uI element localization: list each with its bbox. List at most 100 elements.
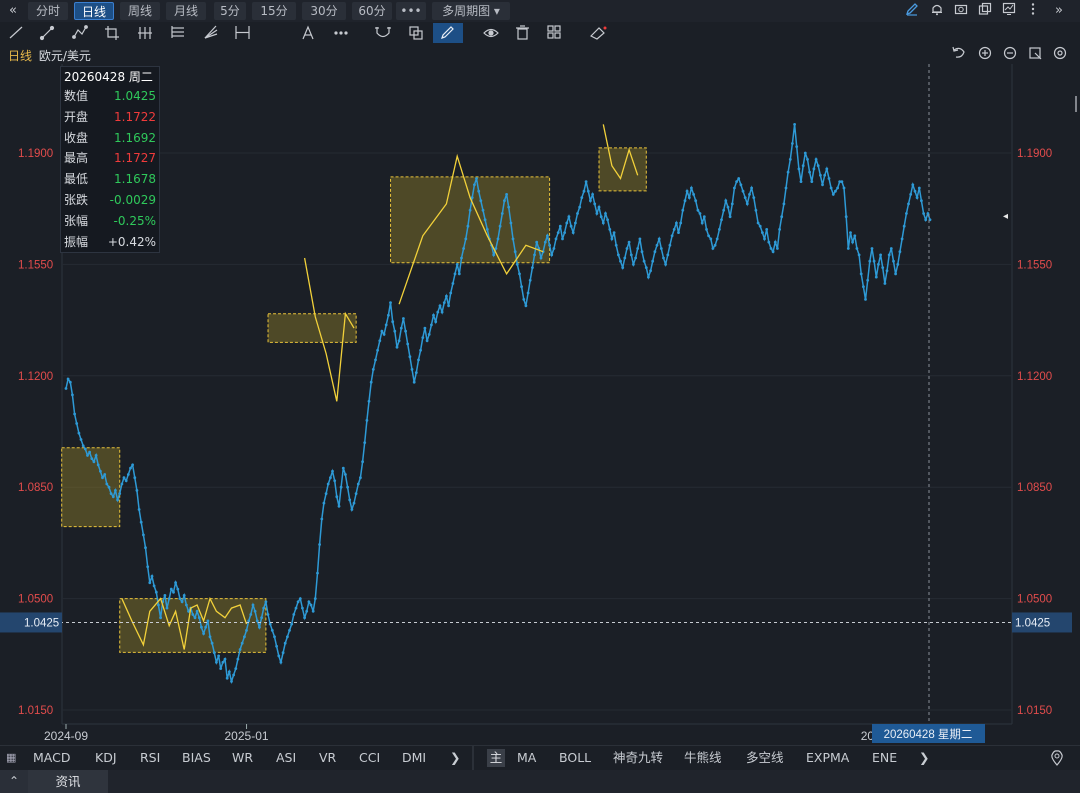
price-point [634,256,637,260]
price-point [215,660,218,664]
price-point [797,167,801,171]
more-vertical-icon[interactable] [1027,2,1039,22]
collapse-left-icon[interactable]: « [6,2,20,20]
indicator-next-icon[interactable]: ❯ [450,749,460,767]
location-icon[interactable] [1050,750,1064,769]
collapse-up-icon[interactable]: ⌃ [0,770,28,793]
period-tab-7[interactable]: 60分 [352,2,392,20]
main-indicator-tab-3[interactable]: 牛熊线 [684,749,722,767]
price-point [73,412,76,416]
crop-tool-icon[interactable] [105,26,119,40]
rectangle-annotation[interactable] [61,447,121,528]
undo-icon[interactable] [952,46,965,58]
zoom-in-icon[interactable] [978,46,992,60]
pen-icon[interactable] [433,23,463,43]
info-value: -0.25% [113,213,156,228]
parallel-tool-icon[interactable] [138,27,152,39]
pen-edit-icon[interactable] [904,2,920,22]
price-point [655,243,659,247]
main-indicator-tab-2[interactable]: 神奇九转 [613,749,663,767]
price-point [483,218,487,222]
price-point [786,170,790,174]
price-point [571,231,575,235]
price-point [174,581,178,585]
indicator-tab-dmi[interactable]: DMI [402,749,426,767]
polyline-tool-icon[interactable] [72,25,88,39]
trash-icon[interactable] [516,25,529,40]
price-point [853,234,857,238]
magnet-icon[interactable] [375,27,391,38]
period-tab-1[interactable]: 日线 [74,2,114,20]
main-indicator-tab-1[interactable]: BOLL [559,749,591,767]
price-point [687,196,691,200]
indicator-tab-wr[interactable]: WR [232,749,253,767]
price-point [232,673,236,677]
price-point [756,221,760,225]
price-point [350,508,354,511]
period-tab-4[interactable]: 5分 [214,2,246,20]
price-point [195,609,199,613]
price-point [791,142,794,145]
period-tab-5[interactable]: 15分 [252,2,296,20]
price-point [574,221,577,225]
restore-icon[interactable] [1029,47,1042,60]
eraser-icon[interactable] [589,26,607,40]
main-indicator-next-icon[interactable]: ❯ [919,749,929,767]
price-point [735,180,738,184]
camera-icon[interactable] [953,2,969,22]
layers-icon[interactable] [547,25,561,39]
main-indicator-tab-5[interactable]: EXPMA [806,749,849,767]
indicator-menu-icon[interactable]: ▦ [6,749,16,767]
price-point [778,228,781,231]
indicator-tab-cci[interactable]: CCI [359,749,380,767]
price-point [152,584,156,588]
price-point [752,196,756,200]
bell-icon[interactable] [929,2,945,22]
zoom-out-icon[interactable] [1003,46,1017,60]
news-tab[interactable]: 资讯 [28,770,108,793]
fan-tool-icon[interactable] [204,25,218,39]
collapse-right-icon[interactable]: » [1052,2,1066,20]
main-indicator-tab-0[interactable]: MA [517,749,536,767]
measure-tool-icon[interactable] [235,26,250,39]
rectangle-annotation[interactable] [390,176,551,264]
multi-period-dropdown[interactable]: 多周期图 ▾ [432,2,510,20]
price-point [389,301,392,304]
price-point [599,215,603,219]
main-indicator-tab-4[interactable]: 多空线 [746,749,784,767]
indicator-tab-kdj[interactable]: KDJ [95,749,117,767]
x-tick-label: 2025-01 [225,729,269,743]
channel-tool-icon[interactable] [171,26,184,38]
price-point [122,476,126,480]
price-chart[interactable]: 1.0150 1.0500 1.0850 1.1200 1.1550 1.1900 1.0… [0,44,1080,744]
main-chart-toggle[interactable]: 主 [487,749,505,767]
more-tools-icon[interactable] [334,31,348,35]
settings-icon[interactable] [1053,46,1067,60]
indicator-tab-vr[interactable]: VR [319,749,336,767]
price-point [116,498,119,502]
screen-chart-icon[interactable] [1001,2,1017,22]
price-point [298,597,302,600]
price-point [101,476,104,480]
window-copy-icon[interactable] [977,2,993,22]
price-point [690,186,693,190]
info-label: 振幅 [64,234,89,249]
indicator-tab-bias[interactable]: BIAS [182,749,211,767]
indicator-tab-macd[interactable]: MACD [33,749,70,767]
indicator-tab-asi[interactable]: ASI [276,749,296,767]
more-periods-button[interactable]: ••• [396,2,426,20]
indicator-tab-rsi[interactable]: RSI [140,749,160,767]
info-row: 收盘 1.1692 [64,128,156,148]
text-tool-icon[interactable] [302,25,314,40]
line-tool-icon[interactable] [9,26,23,39]
period-tab-0[interactable]: 分时 [28,2,68,20]
ray-tool-icon[interactable] [39,25,55,41]
price-point [159,616,163,620]
price-point [440,310,444,314]
eye-icon[interactable] [483,28,499,38]
period-tab-6[interactable]: 30分 [302,2,346,20]
period-tab-2[interactable]: 周线 [120,2,160,20]
copy-icon[interactable] [409,26,423,40]
period-tab-3[interactable]: 月线 [166,2,206,20]
main-indicator-tab-6[interactable]: ENE [872,749,897,767]
